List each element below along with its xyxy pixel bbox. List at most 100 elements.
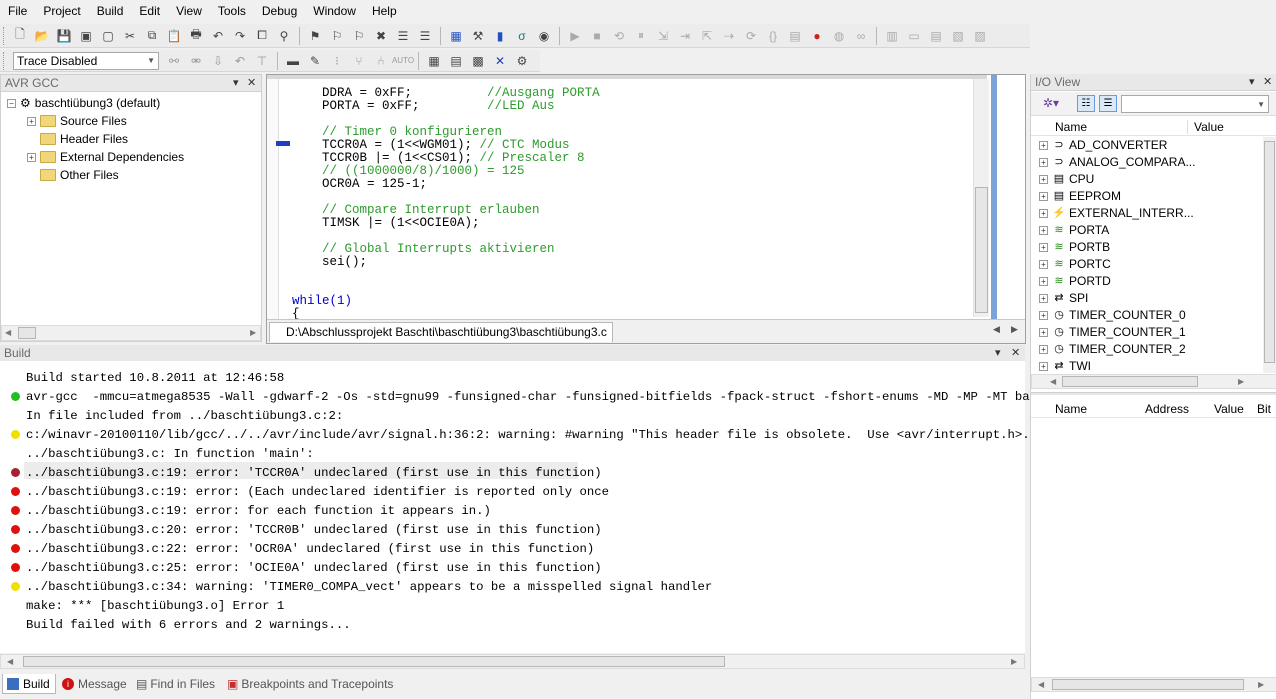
folder-external-dependencies[interactable]: + External Dependencies: [1, 148, 261, 166]
list-view-icon[interactable]: ☰: [1099, 95, 1117, 112]
toolbar-grip[interactable]: [3, 26, 6, 45]
expand-icon[interactable]: +: [1039, 141, 1048, 150]
editor-file-tab[interactable]: D:\Abschlussprojekt Baschti\baschtiübung…: [269, 322, 613, 342]
build-output-line[interactable]: ../baschtiübung3.c: In function 'main':: [26, 446, 314, 462]
tab-find-in-files[interactable]: ▤ Find in Files: [136, 674, 215, 694]
compile-icon[interactable]: ⚒: [469, 27, 487, 45]
io-column-name[interactable]: Name: [1055, 120, 1087, 134]
build-horizontal-scrollbar[interactable]: ◀ ▶: [0, 654, 1025, 669]
scroll-right-icon[interactable]: ▶: [250, 328, 256, 337]
menu-file[interactable]: File: [0, 0, 35, 22]
menu-project[interactable]: Project: [35, 0, 88, 22]
build-output-line[interactable]: ../baschtiübung3.c:34: warning: 'TIMER0_…: [26, 579, 712, 595]
expand-icon[interactable]: +: [1039, 175, 1048, 184]
tab-scroll-right-icon[interactable]: ▶: [1011, 324, 1018, 335]
disassembly-icon[interactable]: ▤: [786, 27, 804, 45]
close-icon[interactable]: ✕: [1011, 345, 1020, 362]
quickwatch-icon[interactable]: ∞: [852, 27, 870, 45]
io-item[interactable]: + ⇄ TWI: [1039, 358, 1264, 373]
folder-other-files[interactable]: Other Files: [1, 166, 261, 184]
breakpoint-icon[interactable]: ●: [808, 27, 826, 45]
io-item[interactable]: + ⊃ AD_CONVERTER: [1039, 137, 1264, 154]
project-root[interactable]: − ⚙ baschtiübung3 (default): [1, 94, 261, 112]
remove-breakpoints-icon[interactable]: ◍: [830, 27, 848, 45]
detail-column-value[interactable]: Value: [1214, 402, 1244, 416]
code-editor[interactable]: DDRA = 0xFF; //Ausgang PORTA PORTA = 0xF…: [266, 74, 1026, 344]
trace-step-icon[interactable]: ⇩: [209, 52, 227, 70]
close-file-icon[interactable]: ▢: [99, 27, 117, 45]
processor-window-icon[interactable]: ▨: [971, 27, 989, 45]
bookmark-next-icon[interactable]: ⚐: [328, 27, 346, 45]
scroll-left-icon[interactable]: ◀: [7, 657, 13, 666]
menu-help[interactable]: Help: [364, 0, 405, 22]
trace-dots-icon[interactable]: ⁝: [328, 52, 346, 70]
expand-icon[interactable]: +: [1039, 209, 1048, 218]
expand-icon[interactable]: +: [1039, 362, 1048, 371]
io-item[interactable]: + ◷ TIMER_COUNTER_2: [1039, 341, 1264, 358]
scroll-right-icon[interactable]: ▶: [1011, 657, 1017, 666]
collapse-icon[interactable]: −: [7, 98, 16, 108]
scroll-thumb[interactable]: [1062, 376, 1198, 387]
expand-icon[interactable]: +: [1039, 260, 1048, 269]
expand-icon[interactable]: +: [1039, 226, 1048, 235]
expand-icon[interactable]: +: [27, 152, 36, 162]
save-icon[interactable]: 💾: [55, 27, 73, 45]
scroll-right-icon[interactable]: ▶: [1258, 680, 1264, 689]
debug-start-icon[interactable]: ◉: [535, 27, 553, 45]
expand-icon[interactable]: +: [1039, 328, 1048, 337]
copy-icon[interactable]: ⧉: [143, 27, 161, 45]
panel-menu-icon[interactable]: ▾: [995, 345, 1001, 362]
scroll-thumb[interactable]: [23, 656, 725, 667]
windows-icon[interactable]: ⧠: [253, 27, 271, 45]
toolbar-grip[interactable]: [3, 51, 6, 70]
redo-icon[interactable]: ↷: [231, 27, 249, 45]
stop-icon[interactable]: ■: [588, 27, 606, 45]
scroll-left-icon[interactable]: ◀: [1038, 680, 1044, 689]
folder-source-files[interactable]: + Source Files: [1, 112, 261, 130]
bookmark-clear-icon[interactable]: ✖: [372, 27, 390, 45]
expand-icon[interactable]: +: [1039, 277, 1048, 286]
io-horizontal-scrollbar[interactable]: ◀ ▶: [1031, 374, 1276, 389]
io-vertical-scrollbar[interactable]: [1263, 137, 1276, 373]
menu-edit[interactable]: Edit: [131, 0, 168, 22]
trace-cmd-icon[interactable]: ▬: [284, 52, 302, 70]
panel-menu-icon[interactable]: ▾: [1249, 74, 1255, 91]
outdent-icon[interactable]: ☰: [416, 27, 434, 45]
panel-menu-icon[interactable]: ▾: [233, 75, 239, 92]
run-icon[interactable]: ▶: [566, 27, 584, 45]
indent-icon[interactable]: ☰: [394, 27, 412, 45]
menu-build[interactable]: Build: [89, 0, 132, 22]
close-icon[interactable]: ✕: [247, 75, 256, 92]
io-detail-horizontal-scrollbar[interactable]: ◀ ▶: [1031, 677, 1276, 692]
tab-scroll-left-icon[interactable]: ◀: [993, 324, 1000, 335]
io-item[interactable]: + ≋ PORTD: [1039, 273, 1264, 290]
expand-icon[interactable]: +: [1039, 243, 1048, 252]
trace-fork-icon[interactable]: ⑃: [372, 52, 390, 70]
close-icon[interactable]: ✕: [1263, 74, 1272, 91]
tab-message[interactable]: i Message: [62, 674, 127, 694]
build-icon[interactable]: ▦: [447, 27, 465, 45]
filter-icon[interactable]: ✲▾: [1043, 96, 1059, 110]
scroll-thumb[interactable]: [1264, 141, 1275, 363]
detail-column-address[interactable]: Address: [1145, 402, 1189, 416]
reset-icon[interactable]: ⟲: [610, 27, 628, 45]
expand-icon[interactable]: +: [1039, 345, 1048, 354]
build-output-line[interactable]: c:/winavr-20100110/lib/gcc/../../avr/inc…: [26, 427, 1037, 443]
find-binoculars-icon[interactable]: ⚲: [275, 27, 293, 45]
tab-breakpoints[interactable]: ▣ Breakpoints and Tracepoints: [227, 674, 393, 694]
build-output-line[interactable]: ../baschtiübung3.c:20: error: 'TCCR0B' u…: [26, 522, 602, 538]
detail-column-bit[interactable]: Bit: [1257, 402, 1276, 416]
scroll-thumb[interactable]: [1052, 679, 1244, 690]
trace-link-icon[interactable]: ⚯: [165, 52, 183, 70]
menu-debug[interactable]: Debug: [254, 0, 305, 22]
build-output[interactable]: Build started 10.8.2011 at 12:46:58 avr-g…: [0, 361, 1089, 653]
expand-icon[interactable]: +: [1039, 158, 1048, 167]
io-item[interactable]: + ≋ PORTA: [1039, 222, 1264, 239]
detail-column-name[interactable]: Name: [1055, 402, 1087, 416]
io-item[interactable]: + ◷ TIMER_COUNTER_0: [1039, 307, 1264, 324]
folder-header-files[interactable]: Header Files: [1, 130, 261, 148]
bookmark-toggle-icon[interactable]: ⚑: [306, 27, 324, 45]
menu-view[interactable]: View: [168, 0, 210, 22]
clean-icon[interactable]: ▮: [491, 27, 509, 45]
trace-clear-icon[interactable]: ✕: [491, 52, 509, 70]
